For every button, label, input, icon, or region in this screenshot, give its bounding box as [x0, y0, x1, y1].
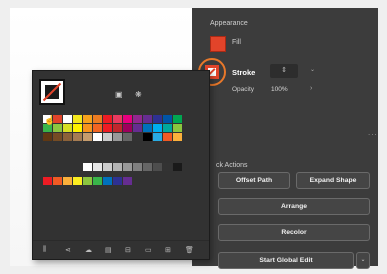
new-swatch-icon[interactable]: ⊞: [165, 246, 171, 254]
color-swatch[interactable]: [73, 133, 82, 141]
grey-swatch[interactable]: [103, 163, 112, 171]
color-swatch[interactable]: [63, 133, 72, 141]
quick-actions-title: ck Actions: [216, 162, 248, 169]
color-swatch[interactable]: [73, 115, 82, 123]
show-kinds-icon[interactable]: ⋖: [65, 246, 71, 254]
group-swatch[interactable]: [103, 177, 112, 185]
color-swatch[interactable]: [163, 115, 172, 123]
color-swatch[interactable]: [43, 133, 52, 141]
color-swatch[interactable]: [173, 124, 182, 132]
grey-swatch[interactable]: [153, 163, 162, 171]
delete-swatch-icon[interactable]: 🗑: [185, 246, 194, 254]
recolor-button[interactable]: Recolor: [218, 224, 370, 241]
stroke-weight-stepper[interactable]: ⇕: [270, 64, 298, 78]
group-swatch[interactable]: [123, 177, 132, 185]
properties-panel: Appearance Fill Stroke ⇕ ⌄ Opacity 100% …: [192, 8, 378, 269]
start-global-edit-button[interactable]: Start Global Edit: [218, 252, 354, 269]
stroke-label[interactable]: Stroke: [232, 68, 255, 77]
color-group-icon[interactable]: ⊟: [125, 246, 131, 254]
color-swatch[interactable]: [143, 115, 152, 123]
expand-shape-button[interactable]: Expand Shape: [296, 172, 370, 189]
global-edit-options-icon[interactable]: ⌄: [356, 252, 370, 269]
grey-swatch[interactable]: [173, 163, 182, 171]
color-swatch[interactable]: [93, 133, 102, 141]
color-swatch[interactable]: [93, 124, 102, 132]
group-swatch[interactable]: [93, 177, 102, 185]
cloud-icon[interactable]: ☁: [85, 246, 92, 254]
color-swatch[interactable]: [113, 115, 122, 123]
folder-icon[interactable]: ▭: [145, 246, 152, 254]
color-swatch[interactable]: [163, 133, 172, 141]
more-options-icon[interactable]: ...: [368, 128, 378, 137]
color-swatch[interactable]: [63, 115, 72, 123]
grey-swatch[interactable]: [113, 163, 122, 171]
color-swatch[interactable]: [63, 124, 72, 132]
group-swatch[interactable]: [83, 177, 92, 185]
color-swatch[interactable]: [83, 124, 92, 132]
color-swatch[interactable]: [43, 124, 52, 132]
library-icon[interactable]: ⫼: [43, 246, 46, 254]
color-swatch[interactable]: [83, 133, 92, 141]
color-swatch[interactable]: [73, 124, 82, 132]
color-swatch[interactable]: [143, 124, 152, 132]
color-swatch[interactable]: [133, 133, 142, 141]
group-swatch[interactable]: [73, 177, 82, 185]
group-swatch[interactable]: [63, 177, 72, 185]
stroke-weight-dropdown-icon[interactable]: ⌄: [310, 66, 315, 73]
grey-swatch[interactable]: [123, 163, 132, 171]
color-swatch[interactable]: [153, 115, 162, 123]
grey-swatch[interactable]: [133, 163, 142, 171]
opacity-arrow-icon[interactable]: ›: [310, 85, 312, 92]
group-swatch[interactable]: [53, 177, 62, 185]
color-swatch[interactable]: [133, 115, 142, 123]
opacity-value[interactable]: 100%: [271, 86, 288, 93]
color-themes-icon[interactable]: ❋: [135, 91, 145, 99]
swatch-libraries-icon[interactable]: ▣: [115, 91, 125, 99]
color-swatch[interactable]: [113, 124, 122, 132]
fill-label: Fill: [232, 39, 241, 46]
none-swatch[interactable]: [39, 79, 65, 105]
color-swatch[interactable]: [153, 124, 162, 132]
arrange-button[interactable]: Arrange: [218, 198, 370, 215]
grey-swatch[interactable]: [93, 163, 102, 171]
group-swatch[interactable]: [113, 177, 122, 185]
swatches-panel: ▣ ❋ ☝ ⫼ ⋖ ☁ ▤ ⊟ ▭ ⊞ 🗑: [32, 70, 210, 260]
stepper-arrows-icon[interactable]: ⇕: [281, 67, 287, 74]
grey-swatch[interactable]: [83, 163, 92, 171]
color-swatch[interactable]: [53, 124, 62, 132]
grey-swatch[interactable]: [143, 163, 152, 171]
grey-swatch[interactable]: [163, 163, 172, 171]
color-swatch[interactable]: [123, 115, 132, 123]
color-swatch[interactable]: [173, 133, 182, 141]
swatch-options-icon[interactable]: ▤: [105, 246, 112, 254]
fill-swatch[interactable]: [210, 36, 226, 52]
color-swatch[interactable]: [163, 124, 172, 132]
color-swatch[interactable]: [103, 115, 112, 123]
pointer-cursor-icon: ☝: [44, 115, 56, 125]
group-swatch[interactable]: [43, 177, 52, 185]
color-swatch[interactable]: [113, 133, 122, 141]
color-swatch[interactable]: [143, 133, 152, 141]
opacity-label: Opacity: [232, 86, 255, 93]
color-swatch[interactable]: [173, 115, 182, 123]
color-swatch[interactable]: [83, 115, 92, 123]
offset-path-button[interactable]: Offset Path: [218, 172, 290, 189]
color-swatch[interactable]: [53, 133, 62, 141]
swatches-toolbar: ⫼ ⋖ ☁ ▤ ⊟ ▭ ⊞ 🗑: [33, 240, 209, 259]
color-swatch[interactable]: [153, 133, 162, 141]
color-swatch[interactable]: [123, 124, 132, 132]
color-swatch[interactable]: [133, 124, 142, 132]
appearance-section-title: Appearance: [210, 20, 248, 27]
color-swatch[interactable]: [123, 133, 132, 141]
color-swatch[interactable]: [93, 115, 102, 123]
color-swatch[interactable]: [103, 133, 112, 141]
color-swatch[interactable]: [103, 124, 112, 132]
